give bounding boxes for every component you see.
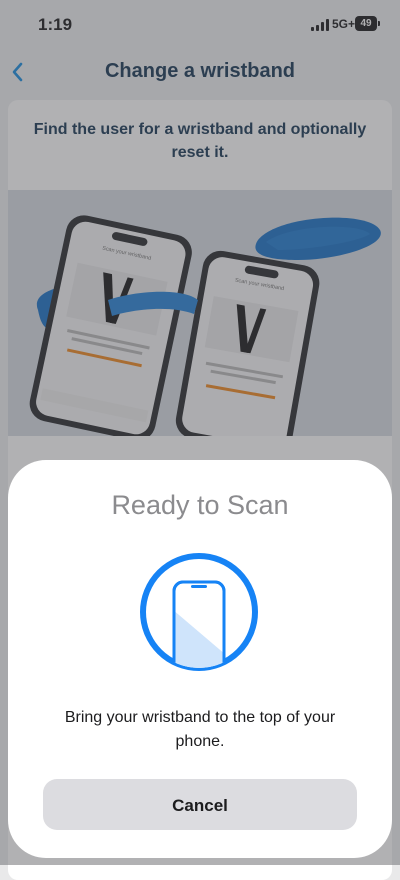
scan-sheet-title: Ready to Scan — [111, 490, 289, 520]
scan-instruction: Bring your wristband to the top of your … — [64, 709, 336, 750]
cancel-button[interactable]: Cancel — [43, 779, 357, 830]
nfc-scan-sheet: Ready to Scan Bring your wristband to th… — [8, 460, 392, 858]
phone-scan-icon — [140, 553, 258, 671]
